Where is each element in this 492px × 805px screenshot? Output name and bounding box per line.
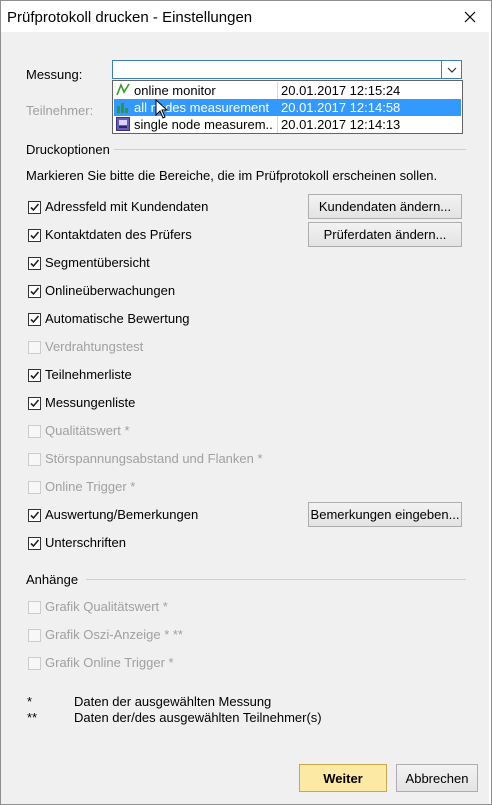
checkmark-icon <box>30 259 40 268</box>
option-checkbox-label[interactable]: Unterschriften <box>45 535 126 550</box>
option-checkbox-label[interactable]: Teilnehmerliste <box>45 367 132 382</box>
anhang-checkbox-label: Grafik Online Trigger * <box>45 655 174 670</box>
section-divider <box>86 579 466 580</box>
abbrechen-button[interactable]: Abbrechen <box>396 764 478 792</box>
anhang-checkbox <box>28 601 41 614</box>
messung-combobox[interactable] <box>112 60 462 79</box>
anhaenge-header: Anhänge <box>26 572 79 587</box>
anhang-checkbox <box>28 657 41 670</box>
title-bar: Prüfprotokoll drucken - Einstellungen <box>1 1 491 33</box>
checkmark-icon <box>30 315 40 324</box>
druckoptionen-header: Druckoptionen <box>26 142 110 157</box>
option-checkbox <box>28 425 41 438</box>
option-checkbox[interactable] <box>28 257 41 270</box>
option-checkbox-label: Qualitätswert * <box>45 423 130 438</box>
option-checkbox <box>28 453 41 466</box>
checkmark-icon <box>30 371 40 380</box>
chevron-down-icon <box>447 67 456 73</box>
option-checkbox[interactable] <box>28 537 41 550</box>
option-checkbox-label: Störspannungsabstand und Flanken * <box>45 451 263 466</box>
window-title: Prüfprotokoll drucken - Einstellungen <box>7 9 253 26</box>
option-checkbox-label: Verdrahtungstest <box>45 339 144 354</box>
checkmark-icon <box>30 399 40 408</box>
online-monitor-icon <box>116 83 130 97</box>
checkmark-icon <box>30 511 40 520</box>
messung-label: Messung: <box>26 67 83 82</box>
option-checkbox[interactable] <box>28 509 41 522</box>
mouse-cursor-icon <box>155 99 168 119</box>
bar-chart-icon <box>117 103 128 113</box>
bemerkungen-eingeben-button[interactable]: Bemerkungen eingeben... <box>308 502 462 527</box>
druckoptionen-instruction: Markieren Sie bitte die Bereiche, die im… <box>26 168 438 183</box>
close-button[interactable] <box>449 1 491 33</box>
section-divider <box>114 149 466 150</box>
option-checkbox-label[interactable]: Adressfeld mit Kundendaten <box>45 199 208 214</box>
option-checkbox-label: Online Trigger * <box>45 479 136 494</box>
checkmark-icon <box>30 231 40 240</box>
checkmark-icon <box>30 539 40 548</box>
footnote-text: Daten der ausgewählten Messung <box>74 694 272 709</box>
option-checkbox[interactable] <box>28 313 41 326</box>
dropdown-item-online-monitor[interactable]: online monitor 20.01.2017 12:15:24 <box>114 82 461 99</box>
weiter-button[interactable]: Weiter <box>299 764 387 792</box>
anhang-checkbox-label: Grafik Qualitätswert * <box>45 599 168 614</box>
option-checkbox[interactable] <box>28 201 41 214</box>
option-checkbox-label[interactable]: Auswertung/Bemerkungen <box>45 507 198 522</box>
option-checkbox <box>28 481 41 494</box>
option-checkbox <box>28 341 41 354</box>
checkmark-icon <box>30 203 40 212</box>
combo-dropdown-button[interactable] <box>441 61 461 78</box>
option-checkbox[interactable] <box>28 369 41 382</box>
single-node-icon <box>116 117 130 131</box>
footnote-text: Daten der/des ausgewählten Teilnehmer(s) <box>74 710 322 725</box>
option-checkbox-label[interactable]: Messungenliste <box>45 395 135 410</box>
anhang-checkbox <box>28 629 41 642</box>
option-checkbox[interactable] <box>28 229 41 242</box>
footnote-key: * <box>27 694 33 709</box>
footnote-key: ** <box>27 710 38 725</box>
close-icon <box>464 11 476 23</box>
option-checkbox-label[interactable]: Onlineüberwachungen <box>45 283 175 298</box>
option-checkbox-label[interactable]: Automatische Bewertung <box>45 311 190 326</box>
option-checkbox-label[interactable]: Kontaktdaten des Prüfers <box>45 227 192 242</box>
option-checkbox[interactable] <box>28 285 41 298</box>
option-checkbox-label[interactable]: Segmentübersicht <box>45 255 150 270</box>
option-checkbox[interactable] <box>28 397 41 410</box>
kundendaten-aendern-button[interactable]: Kundendaten ändern... <box>308 194 462 219</box>
teilnehmer-label: Teilnehmer: <box>26 103 94 118</box>
anhang-checkbox-label: Grafik Oszi-Anzeige * ** <box>45 627 183 642</box>
prueferdaten-aendern-button[interactable]: Prüferdaten ändern... <box>308 222 462 247</box>
checkmark-icon <box>30 287 40 296</box>
